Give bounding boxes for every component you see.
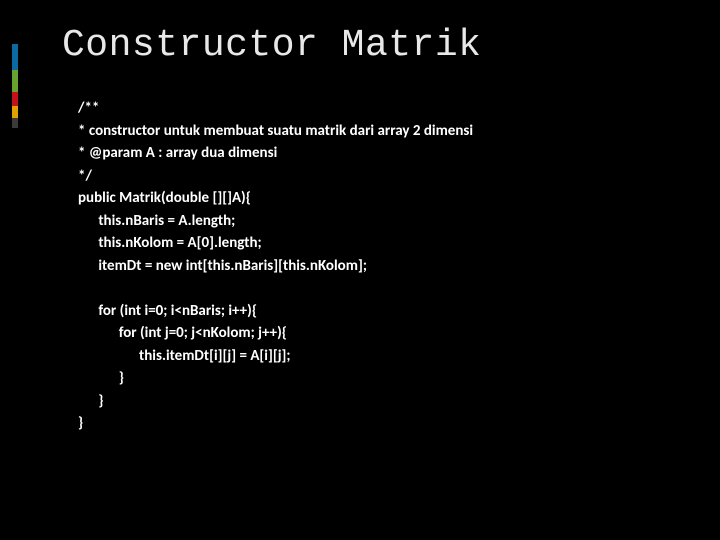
accent-segment (12, 92, 18, 106)
accent-segment (12, 118, 18, 128)
accent-segment (12, 44, 18, 70)
accent-segment (12, 106, 18, 118)
code-block: /** * constructor untuk membuat suatu ma… (78, 97, 668, 435)
slide-title: Constructor Matrik (62, 24, 668, 67)
accent-segment (12, 70, 18, 92)
slide: Constructor Matrik /** * constructor unt… (0, 0, 720, 540)
accent-strip (12, 44, 18, 128)
